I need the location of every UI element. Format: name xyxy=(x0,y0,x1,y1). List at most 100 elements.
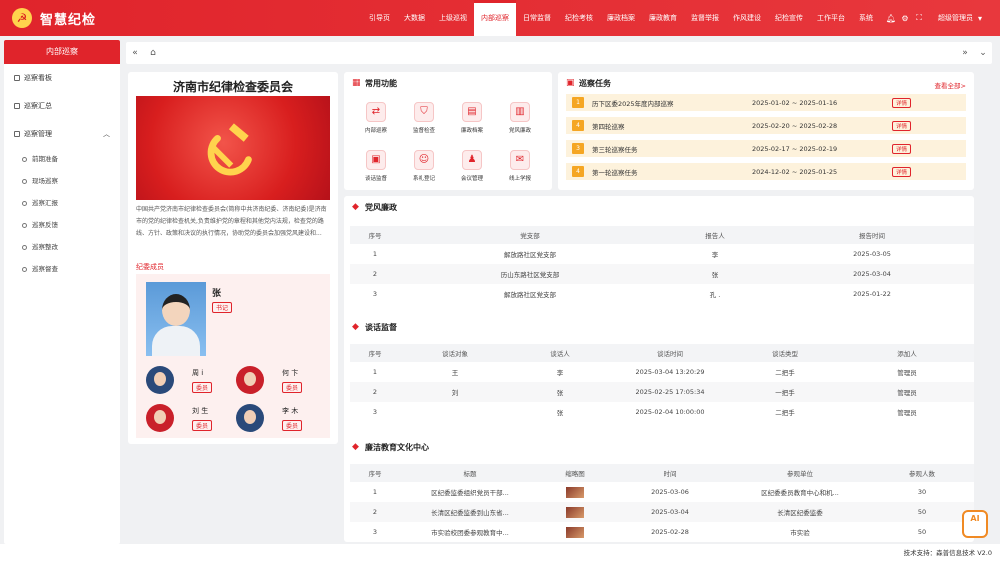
member-card[interactable]: 刘 生 委员 xyxy=(146,404,236,438)
quick-archive[interactable]: ▤ 廉政档案 xyxy=(452,102,492,134)
circle-icon xyxy=(22,244,27,250)
table-row[interactable]: 1 区纪委监委组织党员干部... 2025-03-06 区纪委委员教育中心和机... 3… xyxy=(350,482,974,502)
table-row[interactable]: 1 解放路社区党支部 李 2025-03-05 xyxy=(350,244,974,264)
table-row[interactable]: 1 王 李 2025-03-04 13:20:29 二把手 管理员 xyxy=(350,362,974,382)
nav-item-inspection[interactable]: 上级巡视 xyxy=(432,0,474,36)
task-detail-button[interactable]: 详情 xyxy=(892,143,912,154)
scroll-left-icon[interactable]: « xyxy=(126,48,144,58)
quick-meeting[interactable]: ♟ 会议管理 xyxy=(452,150,492,182)
task-row[interactable]: 4 第四轮巡察 2025-02-20 ~ 2025-02-28 详情 xyxy=(566,117,966,134)
task-detail-button[interactable]: 详情 xyxy=(892,97,912,108)
nav-item-style[interactable]: 作风建设 xyxy=(726,0,768,36)
sidebar-sub-onsite[interactable]: 现场巡察 xyxy=(4,170,120,192)
archive-icon: ▤ xyxy=(462,102,482,122)
tab-menu-chevron-icon[interactable]: ⌄ xyxy=(974,48,992,58)
task-detail-button[interactable]: 详情 xyxy=(892,166,912,177)
thumbnail-cell[interactable] xyxy=(540,502,610,522)
cell: 二把手 xyxy=(775,409,795,417)
quick-internal-patrol[interactable]: ⇄ 内部巡察 xyxy=(356,102,396,134)
cell: 张 xyxy=(510,382,610,402)
nav-item-daily[interactable]: 日常监督 xyxy=(516,0,558,36)
quick-party-integrity[interactable]: ▥ 党风廉政 xyxy=(500,102,540,134)
sidebar-item-manage[interactable]: 巡察管理 ︿ xyxy=(4,120,120,148)
home-icon[interactable]: ⌂ xyxy=(144,48,162,58)
sidebar-sub-prep[interactable]: 前期准备 xyxy=(4,148,120,170)
medal-icon: ◆ xyxy=(352,442,359,452)
sidebar-item-dashboard[interactable]: 巡察看板 xyxy=(4,64,120,92)
table-row[interactable]: 3 张 2025-02-04 10:00:00 二把手 管理员 xyxy=(350,402,974,422)
avatar xyxy=(236,366,264,394)
table-row[interactable]: 2 历山东路社区党支部张 2025-03-04 xyxy=(350,264,974,284)
nav-item-system[interactable]: 系统 xyxy=(852,0,880,36)
quick-functions-card: ▦ 常用功能 ⇄ 内部巡察 ⛉ 监督检查 ▤ 廉政档案 ▥ 党风廉政 ▣ 谈话监督 ☺ 系礼… xyxy=(344,72,552,190)
member-card[interactable]: 周 i 委员 xyxy=(146,366,236,400)
chevron-down-icon[interactable]: ▾ xyxy=(973,14,987,23)
ai-assistant-button[interactable]: AI xyxy=(962,510,988,538)
patrol-tasks-card: ▣ 巡察任务 查看全部> 1 历下区委2025年度内部巡察 2025-01-02… xyxy=(558,72,974,190)
col-header: 缩略图 xyxy=(540,464,610,482)
nav-item-education[interactable]: 廉政教育 xyxy=(642,0,684,36)
task-number: 4 xyxy=(572,120,584,131)
table-row[interactable]: 2 长清区纪委监委到山东省... 2025-03-04 长清区纪委监委 50 xyxy=(350,502,974,522)
member-name: 李 木 xyxy=(282,407,299,415)
user-menu[interactable]: 超级管理员 xyxy=(938,13,973,23)
quick-gift-register[interactable]: ☺ 系礼登记 xyxy=(404,150,444,182)
col-header: 报告人 xyxy=(660,226,770,244)
nav-item-internal-patrol[interactable]: 内部巡察 xyxy=(474,0,516,36)
sidebar-sub-report[interactable]: 巡察汇报 xyxy=(4,192,120,214)
document-icon: ▥ xyxy=(510,102,530,122)
party-section-title: 党风廉政 xyxy=(365,203,397,212)
thumbnail-image xyxy=(566,486,584,498)
thumbnail-cell[interactable] xyxy=(540,482,610,502)
scroll-right-icon[interactable]: » xyxy=(956,48,974,58)
nav-item-assess[interactable]: 纪检考核 xyxy=(558,0,600,36)
member-role-badge: 委员 xyxy=(192,382,213,393)
sidebar-sub-feedback[interactable]: 巡察反馈 xyxy=(4,214,120,236)
cell: 2025-01-22 xyxy=(853,290,891,298)
task-row[interactable]: 4 第一轮巡察任务 2024-12-02 ~ 2025-01-25 详情 xyxy=(566,163,966,180)
view-all-link[interactable]: 查看全部> xyxy=(935,80,966,90)
ai-label: AI xyxy=(970,514,980,523)
sidebar-sub-supervise[interactable]: 巡察督查 xyxy=(4,258,120,280)
member-card[interactable]: 李 木 委员 xyxy=(236,404,326,438)
culture-section-header: ◆ 廉洁教育文化中心 xyxy=(352,442,429,453)
nav-item-bigdata[interactable]: 大数据 xyxy=(397,0,432,36)
quick-online-report[interactable]: ✉ 线上学报 xyxy=(500,150,540,182)
table-row[interactable]: 3 市实验校团委参观教育中... 2025-02-28 市实验 50 xyxy=(350,522,974,542)
leader-photo[interactable] xyxy=(146,282,206,356)
quick-label: 内部巡察 xyxy=(364,128,387,134)
member-role-badge: 委员 xyxy=(282,382,303,393)
cell: 孔 . xyxy=(709,291,721,299)
table-row[interactable]: 2 刘张 2025-02-25 17:05:34 一把手 管理员 xyxy=(350,382,974,402)
table-row[interactable]: 3 解放路社区党支部 孔 . 2025-01-22 xyxy=(350,284,974,304)
nav-item-archive[interactable]: 廉政档案 xyxy=(600,0,642,36)
task-detail-button[interactable]: 详情 xyxy=(892,120,912,131)
member-name: 刘 生 xyxy=(192,407,209,415)
col-header: 谈话人 xyxy=(510,344,610,362)
fullscreen-icon[interactable]: ⛶ xyxy=(912,13,926,23)
nav-item-publicity[interactable]: 纪检宣传 xyxy=(768,0,810,36)
quick-supervision[interactable]: ⛉ 监督检查 xyxy=(404,102,444,134)
user-register-icon: ☺ xyxy=(414,150,434,170)
cell: 3 xyxy=(372,528,378,536)
sidebar-sub-rectify[interactable]: 巡察整改 xyxy=(4,236,120,258)
thumbnail-cell[interactable] xyxy=(540,522,610,542)
culture-section-title: 廉洁教育文化中心 xyxy=(365,443,429,452)
task-row[interactable]: 1 历下区委2025年度内部巡察 2025-01-02 ~ 2025-01-16… xyxy=(566,94,966,111)
task-row[interactable]: 3 第三轮巡察任务 2025-02-17 ~ 2025-02-19 详情 xyxy=(566,140,966,157)
sidebar-item-label: 巡察管理 xyxy=(24,130,52,138)
nav-item-platform[interactable]: 工作平台 xyxy=(810,0,852,36)
org-card: 济南市纪律检查委员会 中国共产党济南市纪律检查委员会(简称中共济南纪委、济南纪委… xyxy=(128,72,338,444)
chat-icon: ▣ xyxy=(366,150,386,170)
circle-icon xyxy=(22,200,27,206)
bell-icon[interactable]: 🔔︎ xyxy=(884,14,898,23)
settings-icon[interactable]: ⚙︎ xyxy=(898,14,912,23)
grid-icon: ▦ xyxy=(352,78,361,88)
logo[interactable]: ☭ 智慧纪检 xyxy=(0,8,200,28)
task-date: 2025-02-17 ~ 2025-02-19 xyxy=(752,144,838,153)
nav-item-guide[interactable]: 引导页 xyxy=(362,0,397,36)
sidebar-item-summary[interactable]: 巡察汇总 xyxy=(4,92,120,120)
quick-talk[interactable]: ▣ 谈话监督 xyxy=(356,150,396,182)
member-card[interactable]: 何 卞 委员 xyxy=(236,366,326,400)
nav-item-report[interactable]: 监督举报 xyxy=(684,0,726,36)
